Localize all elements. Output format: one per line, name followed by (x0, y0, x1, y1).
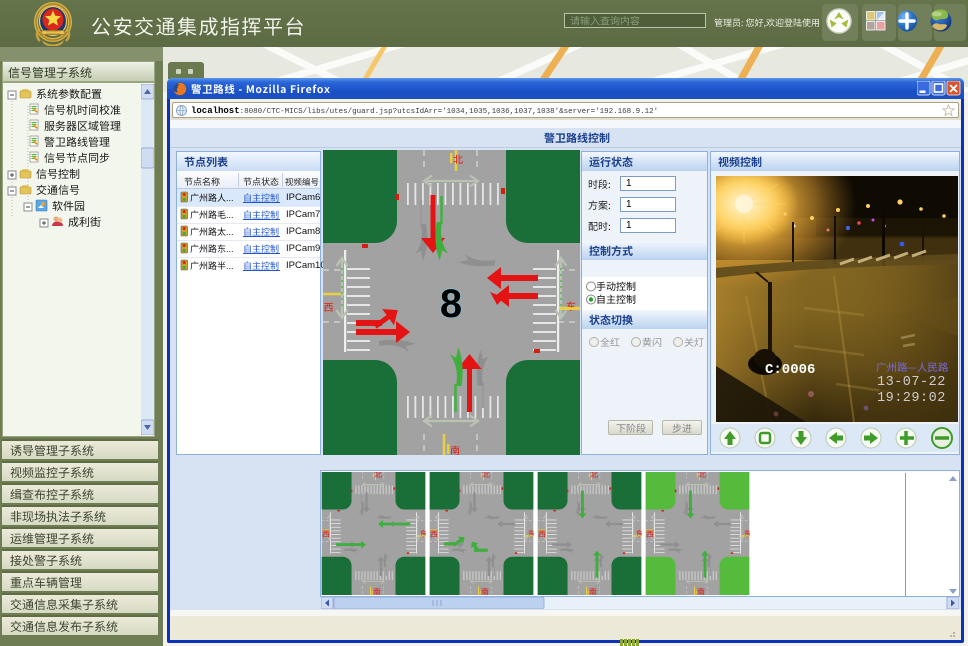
svg-text:C:0006: C:0006 (765, 362, 815, 378)
svg-text:8: 8 (440, 282, 462, 326)
